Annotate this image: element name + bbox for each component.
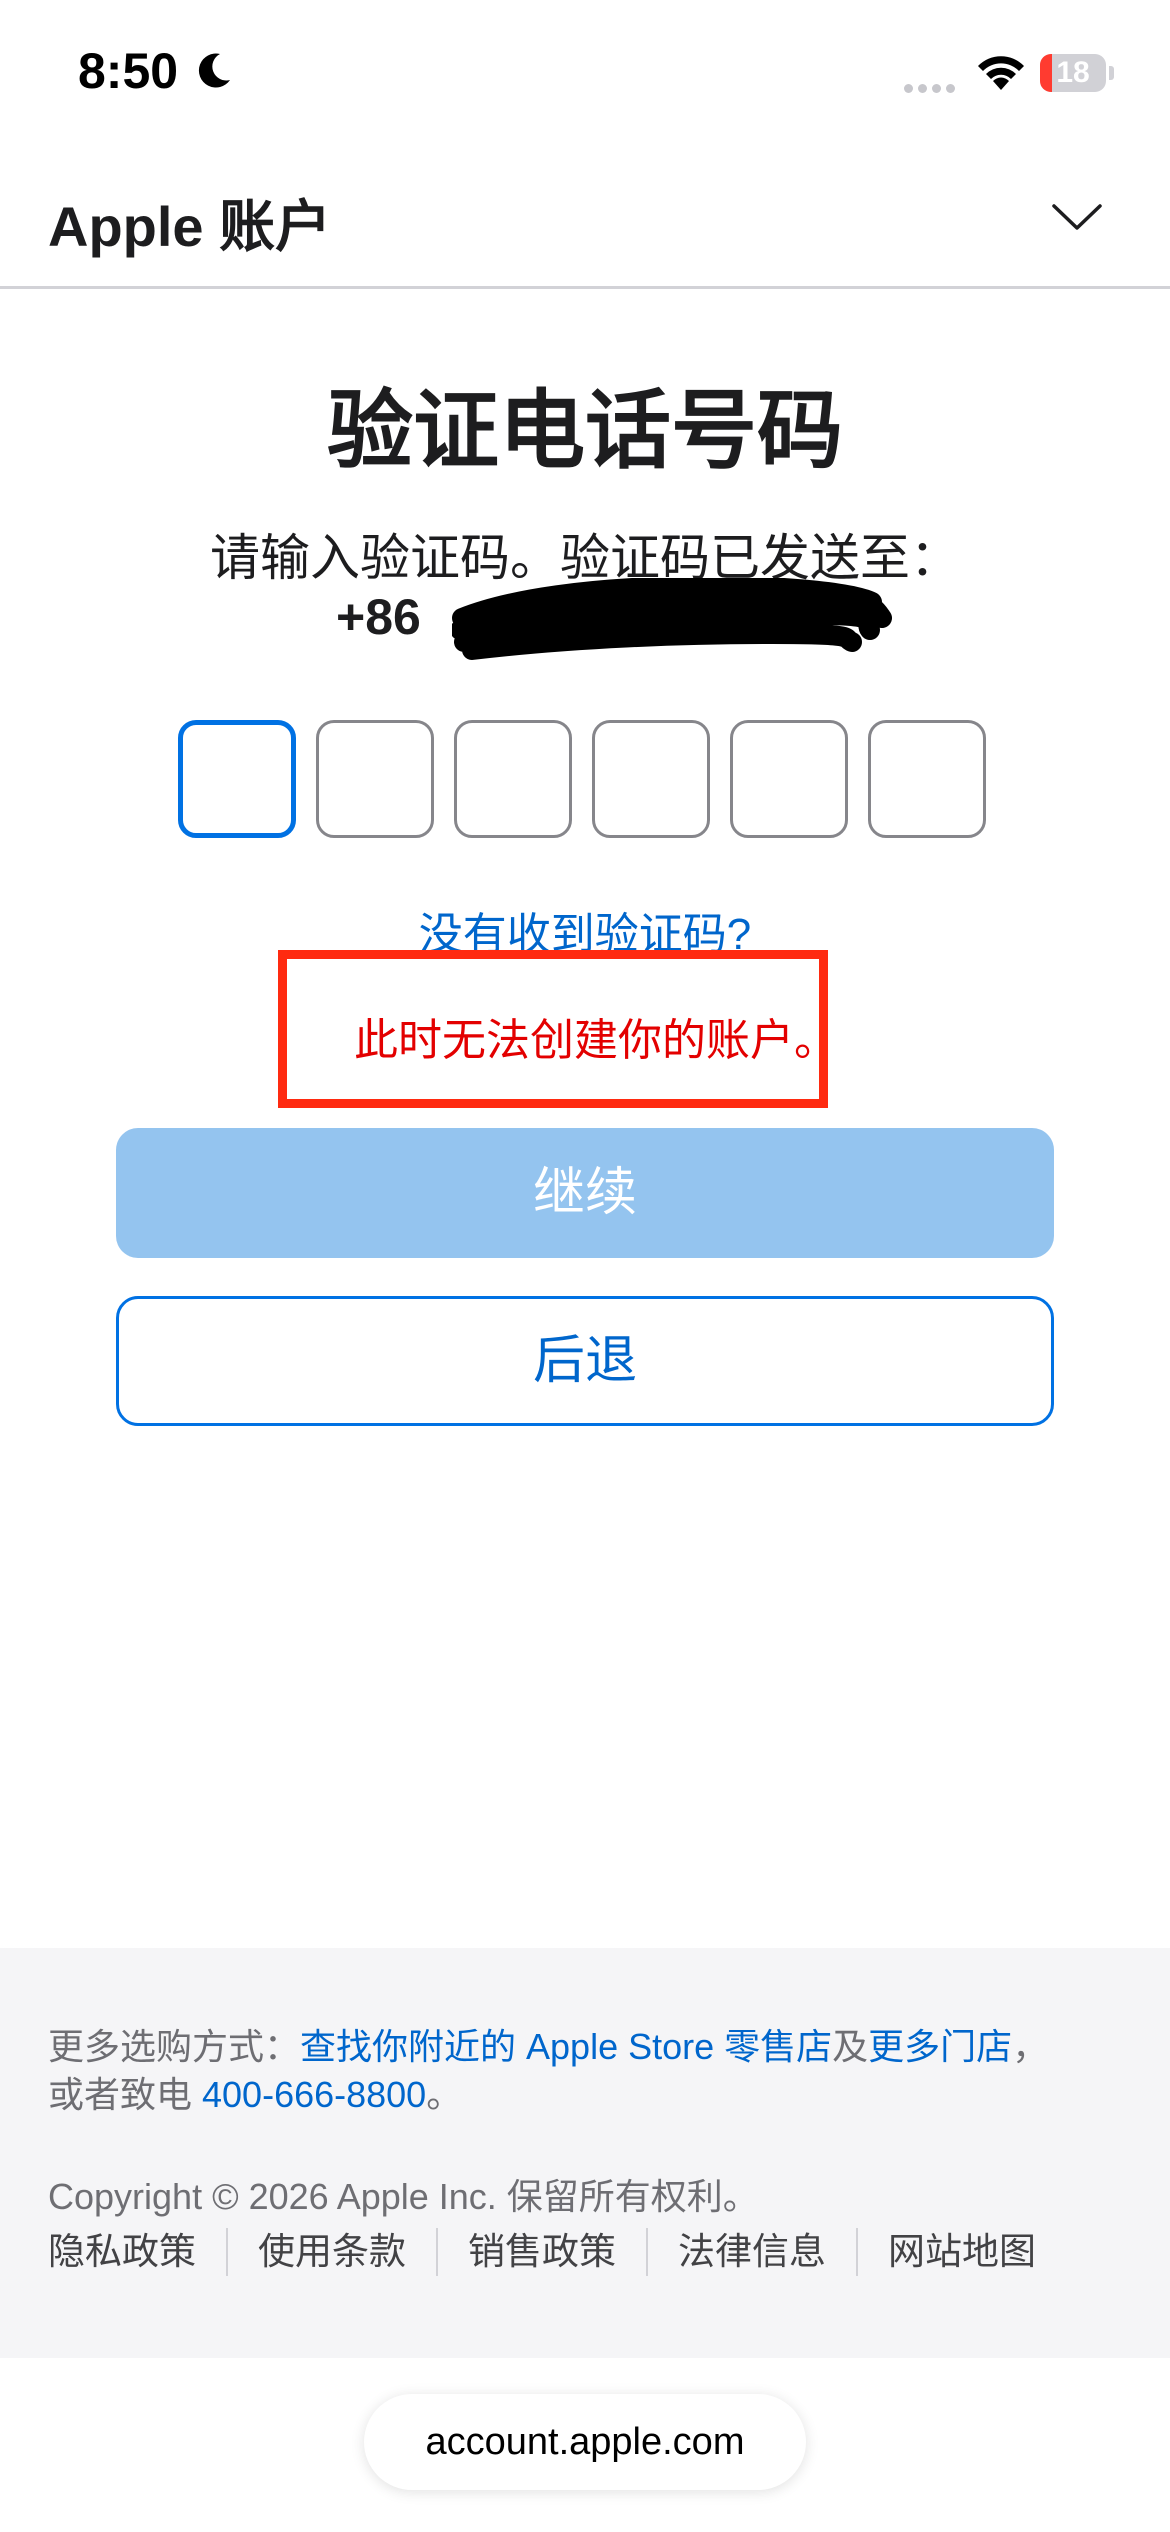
find-store-link[interactable]: 查找你附近的 Apple Store 零售店 — [300, 2026, 832, 2067]
nav-title: Apple 账户 — [48, 195, 332, 258]
footer-shop-prefix: 更多选购方式： — [48, 2026, 301, 2067]
verification-code-inputs — [178, 720, 992, 844]
url-bar[interactable]: account.apple.com — [364, 2394, 806, 2490]
footer-shop-line: 更多选购方式：查找你附近的 Apple Store 零售店及更多门店， — [48, 2018, 1048, 2070]
battery-icon: 18 — [1040, 54, 1114, 92]
code-digit-5[interactable] — [730, 720, 848, 838]
footer-call-line: 或者致电 400-666-8800。 — [48, 2066, 462, 2118]
sitemap-link[interactable]: 网站地图 — [856, 2228, 1066, 2276]
browser-bottom-bar: account.apple.com — [0, 2358, 1170, 2532]
nav-header: Apple 账户 — [0, 160, 1170, 289]
footer-links: 隐私政策 使用条款 销售政策 法律信息 网站地图 — [48, 2228, 1066, 2278]
status-time: 8:50 — [78, 43, 179, 99]
footer-call-prefix: 或者致电 — [48, 2074, 203, 2115]
redaction-scribble — [452, 578, 892, 660]
code-digit-2[interactable] — [316, 720, 434, 838]
back-button[interactable]: 后退 — [116, 1296, 1054, 1426]
more-stores-link[interactable]: 更多门店 — [868, 2026, 1012, 2067]
footer-period: 。 — [426, 2074, 463, 2115]
privacy-policy-link[interactable]: 隐私政策 — [48, 2228, 226, 2276]
continue-button[interactable]: 继续 — [116, 1128, 1054, 1258]
copyright: Copyright © 2026 Apple Inc. 保留所有权利。 — [48, 2176, 759, 2217]
wifi-icon — [978, 56, 1024, 90]
terms-of-use-link[interactable]: 使用条款 — [226, 2228, 436, 2276]
footer-and-text: 及 — [832, 2026, 869, 2067]
legal-link[interactable]: 法律信息 — [646, 2228, 856, 2276]
error-message: 此时无法创建你的账户。 — [354, 1016, 838, 1065]
footer-comma: ， — [1012, 2026, 1049, 2067]
status-bar: 8:50 18 — [0, 0, 1170, 150]
page-title: 验证电话号码 — [327, 383, 843, 479]
code-digit-3[interactable] — [454, 720, 572, 838]
phone-prefix: +86 — [336, 589, 421, 645]
battery-level: 18 — [1056, 56, 1090, 89]
phone-link[interactable]: 400-666-8800 — [202, 2074, 426, 2115]
code-digit-6[interactable] — [868, 720, 986, 838]
signal-icon — [904, 80, 960, 93]
code-digit-4[interactable] — [592, 720, 710, 838]
chevron-down-icon[interactable] — [1050, 200, 1104, 234]
code-digit-1[interactable] — [178, 720, 296, 838]
sales-policy-link[interactable]: 销售政策 — [436, 2228, 646, 2276]
footer: 更多选购方式：查找你附近的 Apple Store 零售店及更多门店， 或者致电… — [0, 1948, 1170, 2358]
moon-icon — [198, 53, 230, 88]
